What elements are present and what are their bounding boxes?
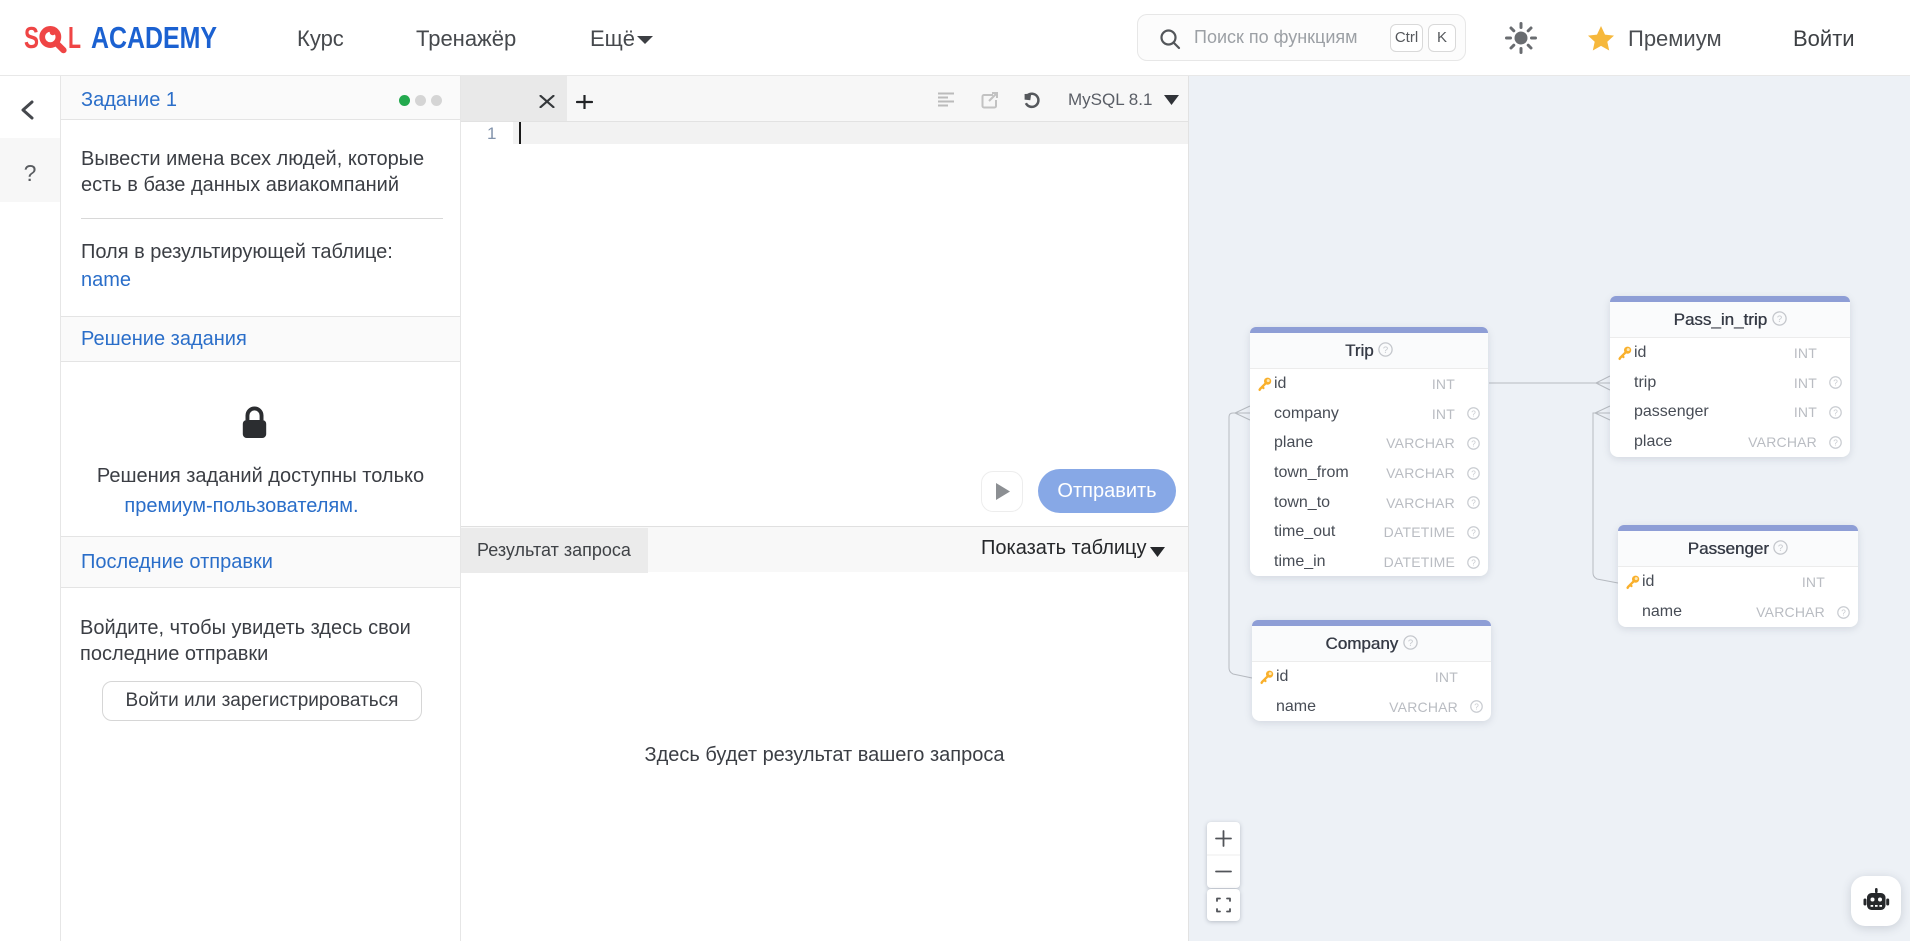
svg-text:?: ? — [1833, 379, 1838, 388]
svg-text:?: ? — [1471, 499, 1476, 508]
svg-text:?: ? — [1407, 638, 1412, 649]
svg-text:?: ? — [1776, 314, 1781, 325]
svg-text:ACADEMY: ACADEMY — [91, 20, 217, 55]
svg-text:?: ? — [1841, 608, 1846, 617]
svg-text:?: ? — [1471, 528, 1476, 537]
svg-text:?: ? — [1383, 345, 1388, 356]
svg-text:?: ? — [1833, 438, 1838, 447]
svg-text:L: L — [68, 20, 81, 55]
svg-text:S: S — [24, 20, 39, 55]
svg-text:?: ? — [1833, 408, 1838, 417]
svg-text:?: ? — [1471, 439, 1476, 448]
svg-text:?: ? — [1474, 703, 1479, 712]
svg-text:?: ? — [1471, 410, 1476, 419]
svg-text:?: ? — [1778, 543, 1783, 554]
svg-text:?: ? — [1471, 558, 1476, 567]
svg-text:?: ? — [1471, 469, 1476, 478]
